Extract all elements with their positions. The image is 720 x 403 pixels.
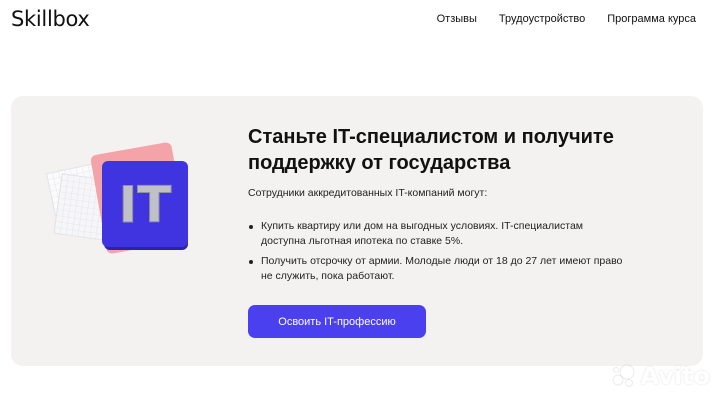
list-item: Получить отсрочку от армии. Молодые люди…: [248, 254, 628, 284]
it-badge-text: IT: [119, 176, 172, 234]
nav-reviews[interactable]: Отзывы: [437, 13, 477, 25]
it-illustration: IT: [46, 142, 188, 254]
bullet-icon: [249, 225, 253, 229]
list-item: Купить квартиру или дом на выгодных усло…: [248, 219, 628, 249]
logo[interactable]: Skillbox: [11, 7, 90, 31]
avito-wordmark: Avito: [640, 362, 710, 390]
benefit-text: Купить квартиру или дом на выгодных усло…: [261, 220, 583, 247]
promo-lead: Сотрудники аккредитованных IT-компаний м…: [248, 187, 488, 199]
avito-watermark: Avito: [610, 362, 710, 390]
top-nav: Отзывы Трудоустройство Программа курса: [437, 13, 696, 25]
learn-it-profession-button[interactable]: Освоить IT-профессию: [248, 305, 426, 338]
nav-employment[interactable]: Трудоустройство: [499, 13, 585, 25]
promo-title: Станьте IT-специалистом и получите подде…: [248, 126, 614, 174]
benefit-list: Купить квартиру или дом на выгодных усло…: [248, 219, 628, 289]
avito-logo-icon: [612, 364, 635, 387]
bullet-icon: [249, 260, 253, 264]
nav-program[interactable]: Программа курса: [607, 13, 696, 25]
benefit-text: Получить отсрочку от армии. Молодые люди…: [261, 255, 623, 282]
